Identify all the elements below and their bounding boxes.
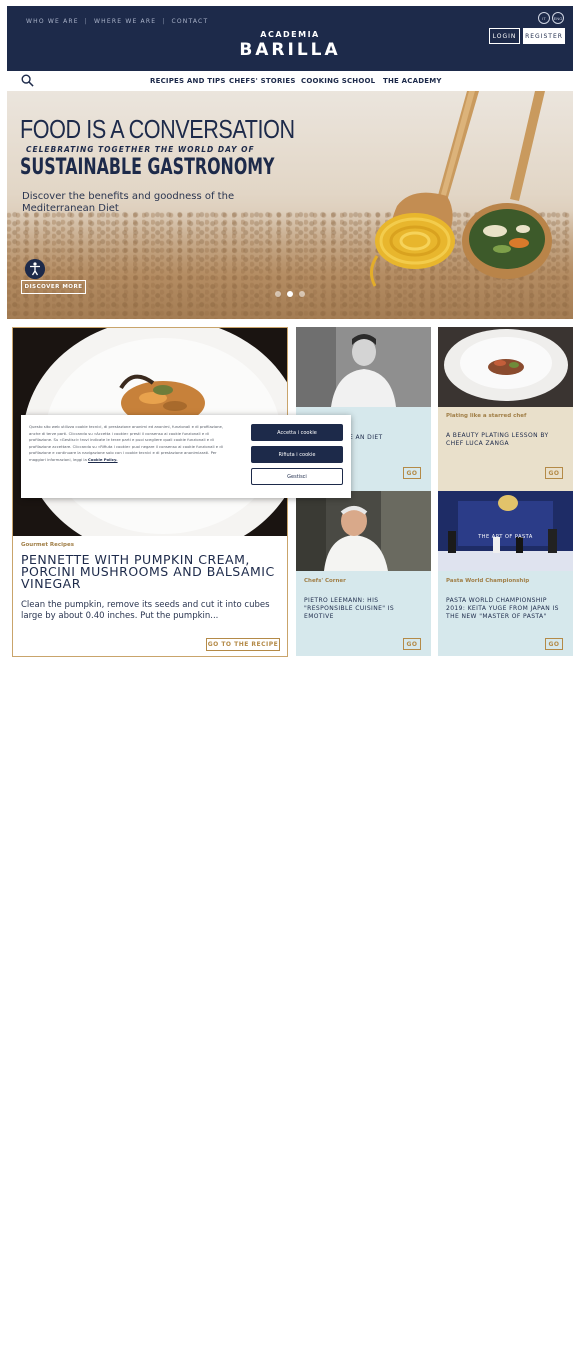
banner-text: THE ART OF PASTA — [478, 534, 533, 540]
hero-banner: FOOD IS A CONVERSATION CELEBRATING TOGET… — [7, 91, 573, 319]
card-title[interactable]: A BEAUTY PLATING LESSON BY CHEF LUCA ZAN… — [446, 432, 568, 448]
cookie-consent-banner: Questo sito web utilizza cookie tecnici,… — [21, 415, 351, 498]
manage-cookies-button[interactable]: Gestisci — [251, 468, 343, 485]
card-title[interactable]: PENNETTE WITH PUMPKIN CREAM, PORCINI MUS… — [21, 553, 286, 590]
card-category: Plating like a starred chef — [446, 413, 527, 419]
search-icon[interactable] — [21, 74, 34, 87]
go-button[interactable]: GO — [403, 467, 421, 479]
go-to-the-recipe-button[interactable]: GO TO THE RECIPE — [206, 638, 280, 651]
top-links: WHO WE ARE | WHERE WE ARE | CONTACT — [26, 18, 208, 25]
reject-cookies-button[interactable]: Rifiuta i cookie — [251, 446, 343, 463]
championship-stage-image: THE ART OF PASTA — [438, 491, 573, 571]
discover-more-button[interactable]: DISCOVER MORE — [21, 280, 86, 294]
accessibility-icon[interactable] — [25, 259, 45, 279]
article-card-pasta-world-championship[interactable]: THE ART OF PASTA Pasta World Championshi… — [438, 491, 573, 656]
separator: | — [162, 18, 166, 25]
cookie-body: Questo sito web utilizza cookie tecnici,… — [29, 424, 224, 462]
nav-the-academy[interactable]: THE ACADEMY — [383, 77, 442, 85]
hero-description: Discover the benefits and goodness of th… — [22, 191, 235, 214]
hero-title-secondary: SUSTAINABLE GASTRONOMY — [20, 155, 275, 180]
main-nav: RECIPES AND TIPS CHEFS' STORIES COOKING … — [7, 71, 573, 91]
lang-it-button[interactable]: IT — [538, 12, 550, 24]
chef-portrait-image — [296, 327, 431, 407]
article-card-plating-lesson[interactable]: Plating like a starred chef A BEAUTY PLA… — [438, 327, 573, 492]
go-button[interactable]: GO — [545, 638, 563, 650]
hero-title: FOOD IS A CONVERSATION — [20, 114, 295, 144]
lang-en-button[interactable]: ENG — [552, 12, 564, 24]
hero-subtitle: CELEBRATING TOGETHER THE WORLD DAY OF — [26, 145, 255, 154]
card-category: Gourmet Recipes — [21, 542, 74, 548]
nav-chefs-stories[interactable]: CHEFS' STORIES — [229, 77, 296, 85]
wooden-spoons-image — [370, 91, 552, 287]
go-button[interactable]: GO — [403, 638, 421, 650]
slide-dot-1[interactable] — [275, 291, 281, 297]
contact-link[interactable]: CONTACT — [171, 18, 208, 25]
separator: | — [84, 18, 89, 25]
cookie-text: Questo sito web utilizza cookie tecnici,… — [29, 424, 229, 463]
cookie-policy-link[interactable]: Cookie Policy. — [88, 457, 118, 462]
accept-cookies-button[interactable]: Accetta i cookie — [251, 424, 343, 441]
go-button[interactable]: GO — [545, 467, 563, 479]
article-card-pietro-leemann[interactable]: Chefs' Corner PIETRO LEEMANN: HIS "RESPO… — [296, 491, 431, 656]
card-title[interactable]: PASTA WORLD CHAMPIONSHIP 2019: KEITA YUG… — [446, 597, 568, 621]
card-description: Clean the pumpkin, remove its seeds and … — [21, 600, 270, 621]
slide-dot-2-active[interactable] — [287, 291, 293, 297]
nav-cooking-school[interactable]: COOKING SCHOOL — [301, 77, 375, 85]
where-we-are-link[interactable]: WHERE WE ARE — [94, 18, 156, 25]
card-category: Chefs' Corner — [304, 578, 346, 584]
plated-dish-image — [438, 327, 573, 407]
chef-kitchen-image — [296, 491, 431, 571]
card-title[interactable]: PIETRO LEEMANN: HIS "RESPONSIBLE CUISINE… — [304, 597, 426, 621]
register-button[interactable]: REGISTER — [523, 28, 565, 44]
who-we-are-link[interactable]: WHO WE ARE — [26, 18, 79, 25]
card-category: Pasta World Championship — [446, 578, 530, 584]
nav-recipes-and-tips[interactable]: RECIPES AND TIPS — [150, 77, 226, 85]
login-button[interactable]: LOGIN — [489, 28, 520, 44]
site-header: WHO WE ARE | WHERE WE ARE | CONTACT ACAD… — [7, 6, 573, 71]
slide-dot-3[interactable] — [299, 291, 305, 297]
